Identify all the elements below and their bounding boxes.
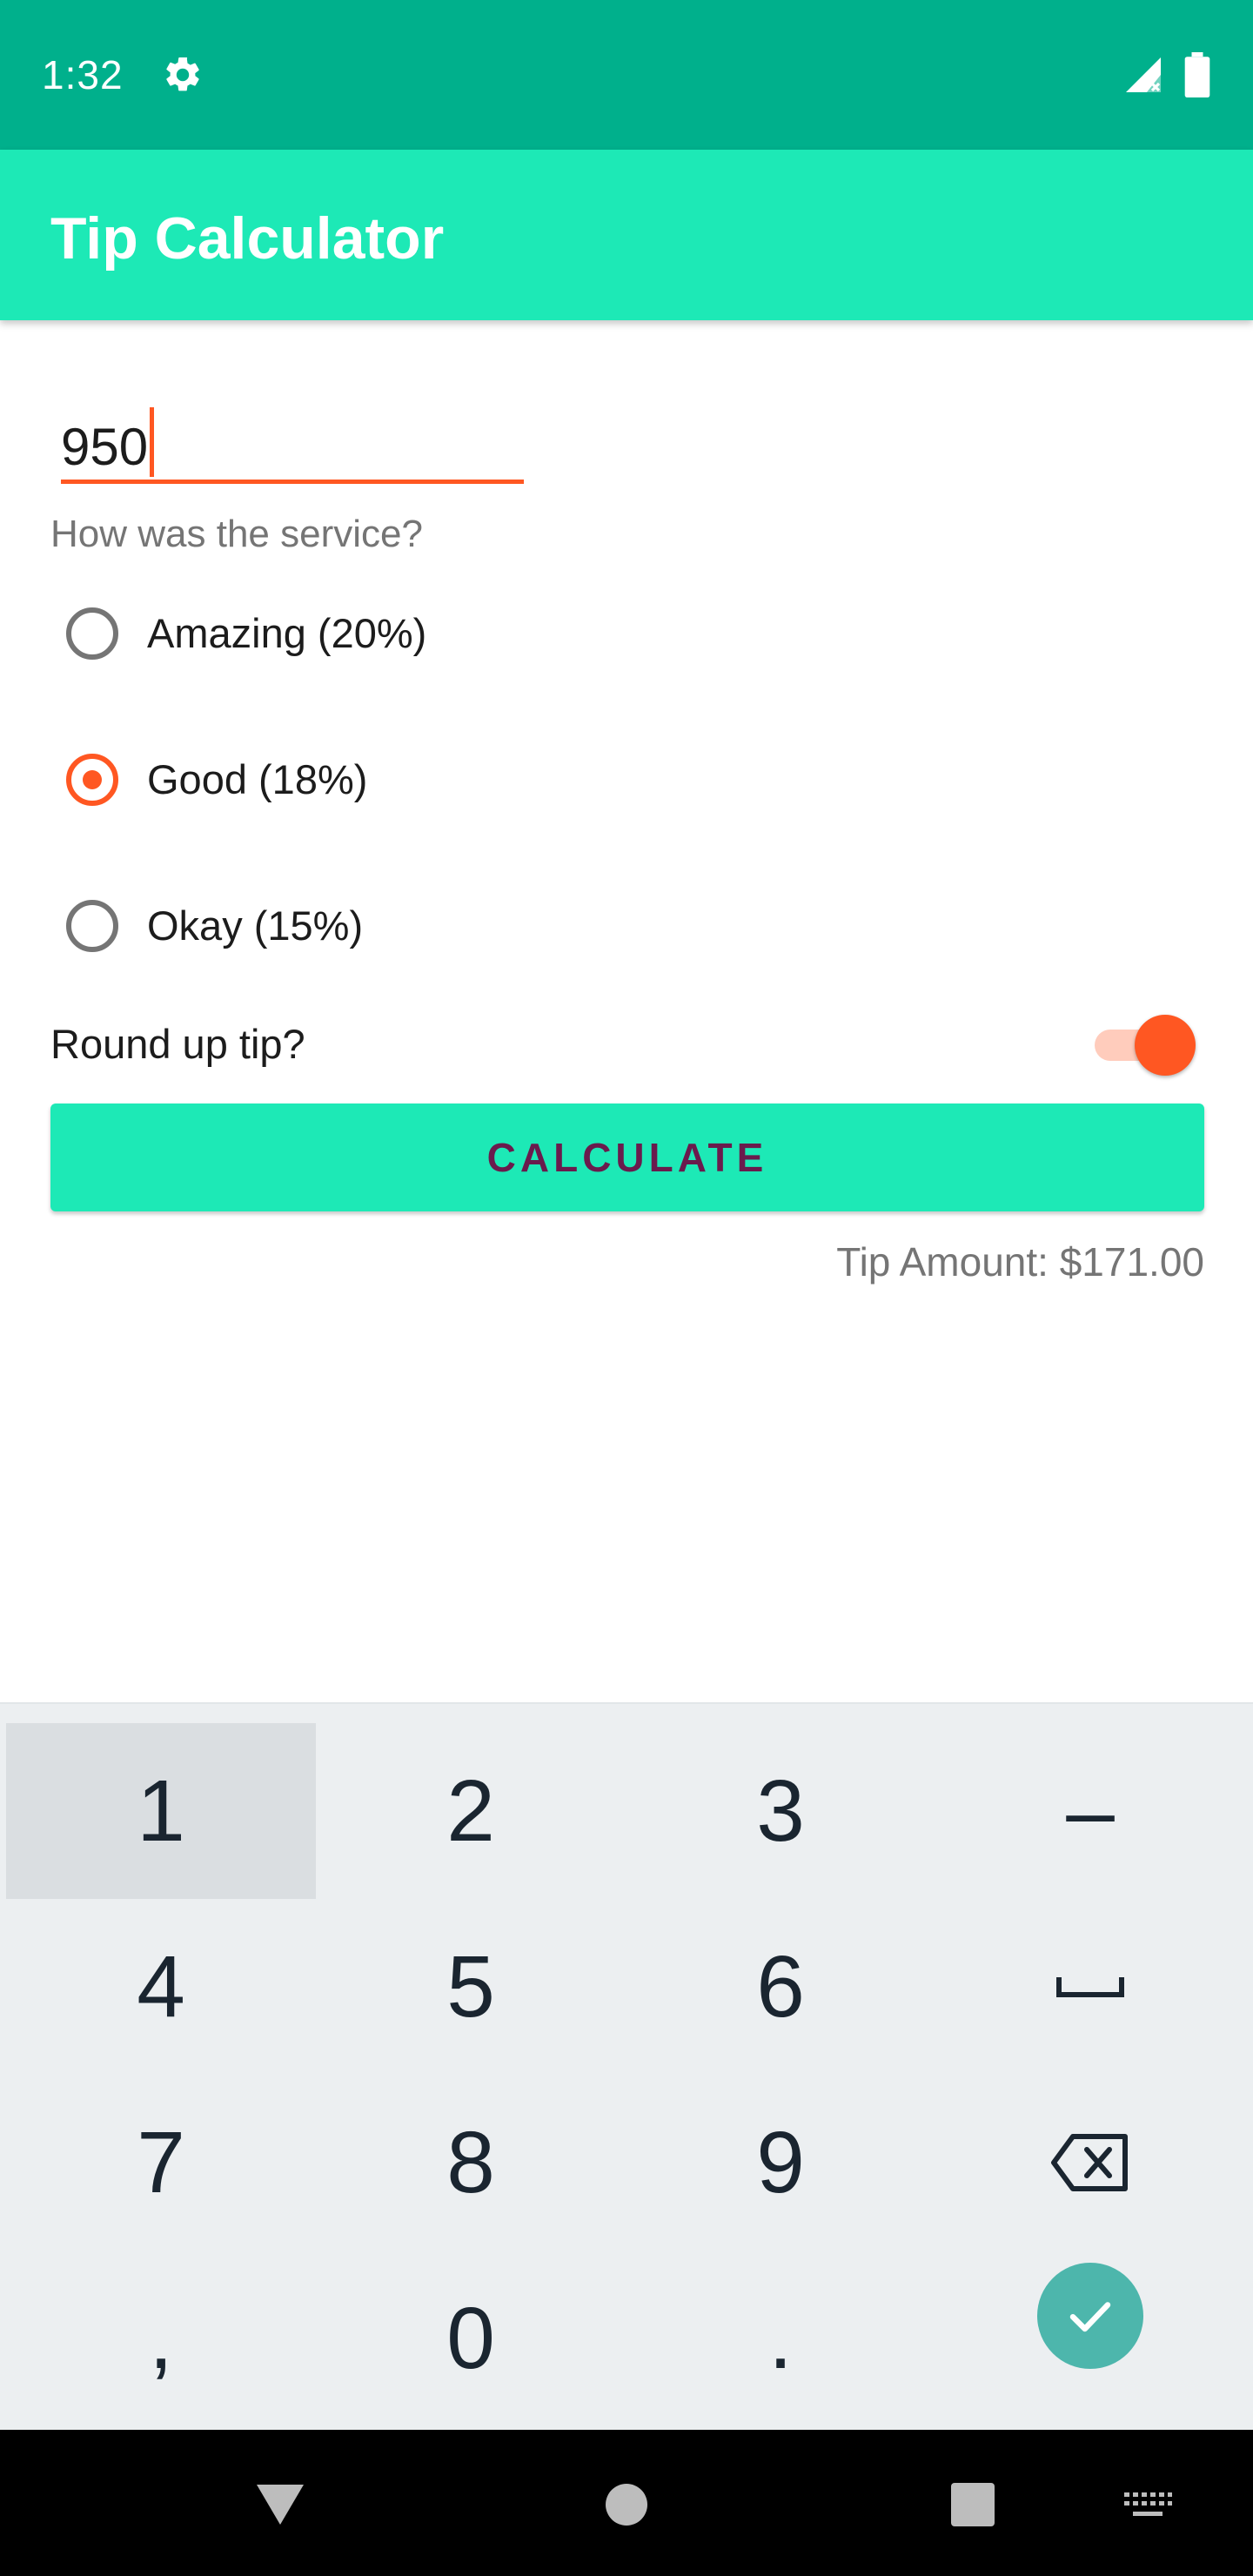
cost-input-underline <box>61 480 524 484</box>
radio-option-okay[interactable]: Okay (15%) <box>50 874 538 987</box>
numeric-keyboard: 1 2 3 – 4 5 6 7 8 9 , 0 . <box>0 1702 1253 2432</box>
radio-button-okay[interactable] <box>66 900 118 952</box>
space-icon <box>1056 1977 1124 1997</box>
key-2-label: 2 <box>446 1761 495 1860</box>
text-caret <box>150 407 155 477</box>
key-8-label: 8 <box>446 2113 495 2211</box>
key-3[interactable]: 3 <box>626 1723 935 1899</box>
round-up-label: Round up tip? <box>50 1021 305 1067</box>
calculate-button[interactable]: CALCULATE <box>50 1104 1204 1211</box>
key-backspace[interactable] <box>935 2075 1245 2251</box>
key-5-label: 5 <box>446 1937 495 2036</box>
cost-input-value[interactable]: 950 <box>61 407 155 478</box>
key-9[interactable]: 9 <box>626 2075 935 2251</box>
battery-icon <box>1184 52 1210 97</box>
round-up-switch[interactable] <box>1091 1015 1196 1076</box>
recents-square-icon[interactable] <box>950 2482 995 2527</box>
done-check-icon <box>1069 2302 1111 2332</box>
back-triangle-icon[interactable] <box>254 2482 306 2527</box>
key-4-label: 4 <box>137 1937 185 2036</box>
radio-label-okay[interactable]: Okay (15%) <box>147 900 363 952</box>
app-title: Tip Calculator <box>50 205 445 272</box>
key-1[interactable]: 1 <box>6 1723 316 1899</box>
home-circle-icon[interactable] <box>604 2482 649 2527</box>
key-5[interactable]: 5 <box>316 1899 626 2075</box>
radio-label-good[interactable]: Good (18%) <box>147 754 367 806</box>
key-0-label: 0 <box>446 2289 495 2387</box>
key-space[interactable] <box>935 1899 1245 2075</box>
cost-of-service-input[interactable]: 950 <box>61 390 524 486</box>
key-7[interactable]: 7 <box>6 2075 316 2251</box>
done-button-circle <box>1037 2263 1143 2369</box>
app-bar: Tip Calculator <box>0 150 1253 320</box>
key-4[interactable]: 4 <box>6 1899 316 2075</box>
tip-amount-result: Tip Amount: $171.00 <box>836 1239 1204 1285</box>
backspace-icon <box>1051 2134 1128 2191</box>
radio-label-amazing[interactable]: Amazing (20%) <box>147 607 426 660</box>
key-6-label: 6 <box>756 1937 805 2036</box>
key-period-label: . <box>768 2289 793 2387</box>
signal-icon <box>1126 57 1161 92</box>
status-time: 1:32 <box>42 52 124 97</box>
key-9-label: 9 <box>756 2113 805 2211</box>
key-done[interactable] <box>935 2228 1245 2404</box>
radio-button-amazing[interactable] <box>66 607 118 660</box>
key-2[interactable]: 2 <box>316 1723 626 1899</box>
key-1-label: 1 <box>137 1761 185 1860</box>
radio-option-good[interactable]: Good (18%) <box>50 728 538 841</box>
radio-option-amazing[interactable]: Amazing (20%) <box>50 581 538 694</box>
system-nav-bar <box>0 2430 1253 2576</box>
key-0[interactable]: 0 <box>316 2251 626 2426</box>
key-8[interactable]: 8 <box>316 2075 626 2251</box>
switch-thumb <box>1135 1015 1196 1076</box>
key-7-label: 7 <box>137 2113 185 2211</box>
calculate-button-label: CALCULATE <box>486 1135 768 1180</box>
status-bar: 1:32 <box>0 0 1253 150</box>
keyboard-switch-icon[interactable] <box>1122 2491 1173 2520</box>
key-period[interactable]: . <box>626 2251 935 2426</box>
key-comma[interactable]: , <box>6 2251 316 2426</box>
key-comma-label: , <box>149 2289 173 2387</box>
radio-selected-dot <box>83 770 102 789</box>
radio-button-good[interactable] <box>66 754 118 806</box>
service-question: How was the service? <box>50 513 423 555</box>
key-minus-label: – <box>1066 1761 1115 1860</box>
key-3-label: 3 <box>756 1761 805 1860</box>
key-6[interactable]: 6 <box>626 1899 935 2075</box>
key-minus[interactable]: – <box>935 1723 1245 1899</box>
gear-icon <box>166 57 199 91</box>
